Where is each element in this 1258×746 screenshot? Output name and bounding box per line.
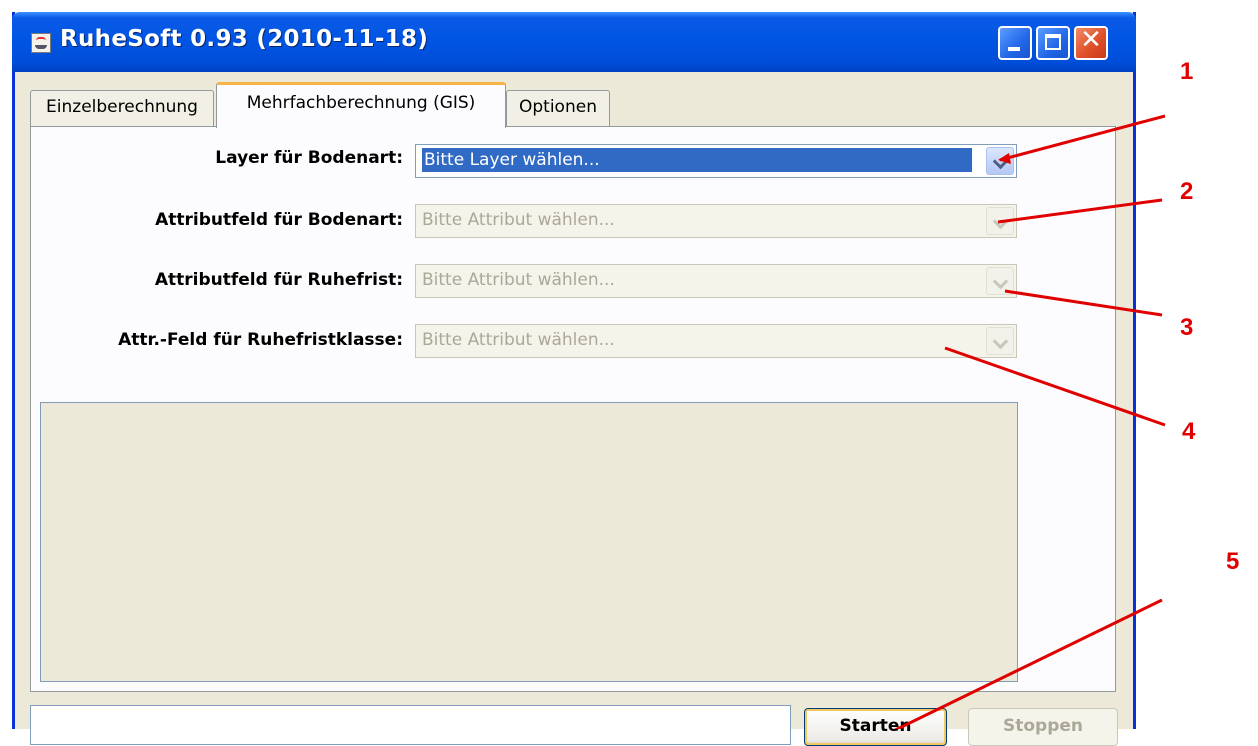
callout-3: 3: [1180, 314, 1194, 341]
callout-3-line: [1004, 289, 1163, 317]
callout-5-line: [893, 598, 1163, 729]
annotation-arrows: [893, 114, 1166, 729]
callout-2: 2: [1180, 178, 1194, 205]
callout-2-line: [997, 198, 1163, 224]
callout-1-line: [999, 114, 1166, 162]
callout-4: 4: [1182, 418, 1196, 445]
callout-4-line: [944, 346, 1166, 427]
tab-mehrfachberechnung[interactable]: Mehrfachberechnung (GIS): [216, 82, 506, 128]
callout-1: 1: [1180, 58, 1194, 85]
callout-5: 5: [1226, 548, 1240, 575]
